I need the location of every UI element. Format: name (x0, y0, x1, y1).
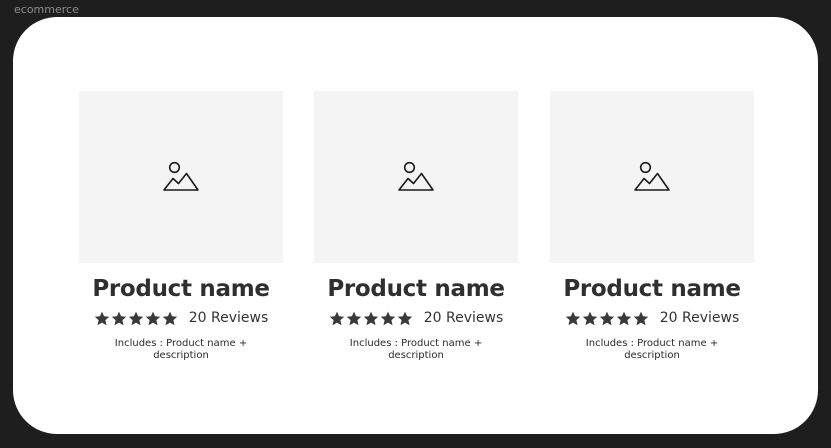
star-icon (111, 311, 126, 325)
product-card[interactable]: Product name 20 Reviews Includes : Produ… (314, 91, 518, 362)
product-description: Includes : Product name + description (349, 338, 483, 361)
product-title[interactable]: Product name (550, 276, 754, 302)
reviews-count[interactable]: 20 Reviews (189, 310, 269, 326)
star-icon (599, 311, 614, 325)
star-icon (346, 311, 361, 325)
product-image[interactable] (550, 91, 754, 263)
product-frame: Product name 20 Reviews Includes : Produ… (13, 17, 818, 434)
product-description: Includes : Product name + description (114, 338, 248, 361)
star-icon (162, 311, 177, 325)
rating-row: 20 Reviews (314, 310, 518, 326)
image-placeholder-icon (163, 161, 199, 191)
star-rating (94, 311, 178, 326)
product-image[interactable] (79, 91, 283, 263)
star-icon (397, 311, 412, 325)
product-description: Includes : Product name + description (585, 338, 719, 361)
frame-label: ecommerce (14, 3, 79, 16)
product-card[interactable]: Product name 20 Reviews Includes : Produ… (550, 91, 754, 362)
star-icon (616, 311, 631, 325)
star-icon (582, 311, 597, 325)
image-placeholder-icon (634, 161, 670, 191)
reviews-count[interactable]: 20 Reviews (424, 310, 504, 326)
product-image[interactable] (314, 91, 518, 263)
rating-row: 20 Reviews (79, 310, 283, 326)
star-icon (329, 311, 344, 325)
star-icon (380, 311, 395, 325)
star-icon (363, 311, 378, 325)
image-placeholder-icon (398, 161, 434, 191)
product-card[interactable]: Product name 20 Reviews Includes : Produ… (79, 91, 283, 362)
star-icon (633, 311, 648, 325)
product-title[interactable]: Product name (79, 276, 283, 302)
reviews-count[interactable]: 20 Reviews (660, 310, 740, 326)
star-icon (94, 311, 109, 325)
product-title[interactable]: Product name (314, 276, 518, 302)
star-rating (565, 311, 649, 326)
star-icon (128, 311, 143, 325)
star-icon (565, 311, 580, 325)
rating-row: 20 Reviews (550, 310, 754, 326)
star-rating (329, 311, 413, 326)
star-icon (145, 311, 160, 325)
